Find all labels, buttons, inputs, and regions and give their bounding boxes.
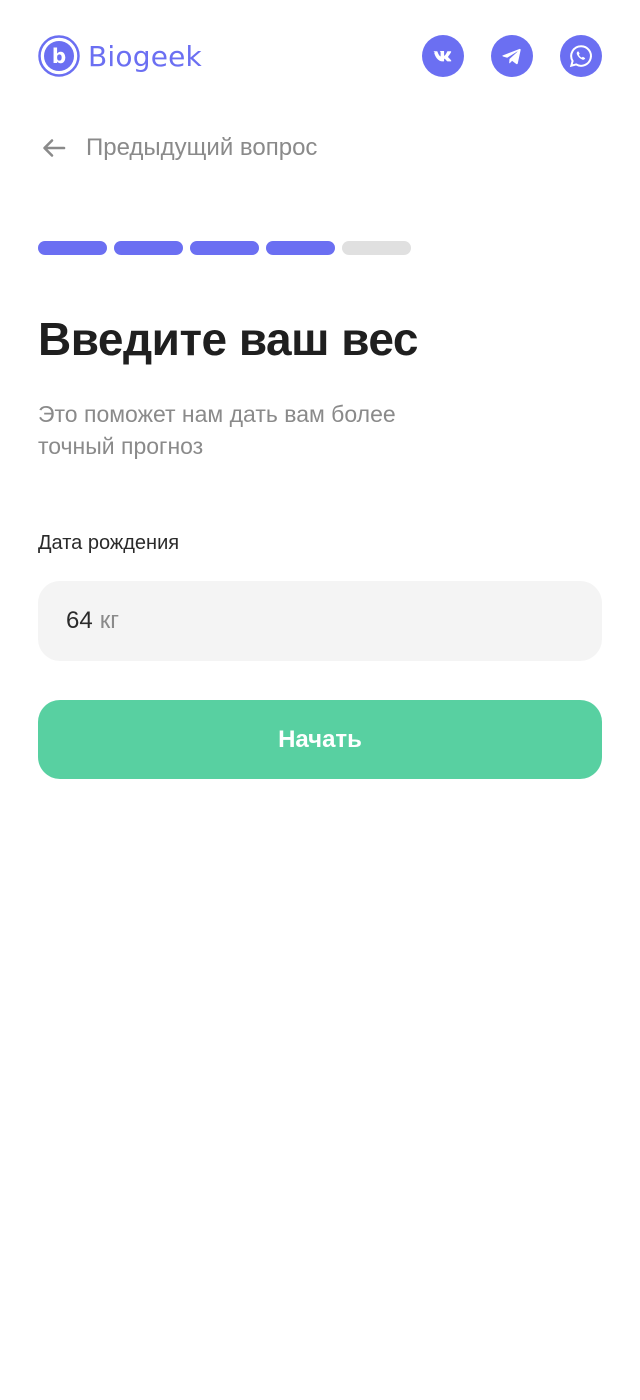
vk-button[interactable]	[422, 35, 464, 77]
weight-value: 64	[66, 607, 93, 634]
progress-segment	[114, 241, 183, 255]
whatsapp-icon	[569, 45, 592, 68]
brand-name: Biogeek	[88, 39, 202, 73]
telegram-button[interactable]	[491, 35, 533, 77]
whatsapp-button[interactable]	[560, 35, 602, 77]
previous-question-link[interactable]: Предыдущий вопрос	[40, 130, 317, 166]
vk-icon	[433, 51, 452, 62]
progress-segment	[190, 241, 259, 255]
progress-segment	[38, 241, 107, 255]
progress-segment	[342, 241, 411, 255]
brand-logo[interactable]: b Biogeek	[38, 35, 202, 77]
weight-unit: кг	[99, 607, 119, 634]
page-subtitle: Это поможет нам дать вам более точный пр…	[38, 401, 396, 459]
arrow-left-icon	[43, 139, 66, 157]
start-button[interactable]: Начать	[38, 700, 602, 779]
page-title: Введите ваш вес	[38, 313, 418, 365]
logo-letter: b	[52, 44, 66, 68]
header: b Biogeek	[38, 34, 602, 78]
progress-bar	[38, 241, 411, 255]
biogeek-logo-icon: b	[38, 35, 80, 77]
weight-input[interactable]: 64 кг	[38, 581, 602, 661]
field-label: Дата рождения	[38, 532, 180, 554]
previous-question-label: Предыдущий вопрос	[86, 134, 318, 161]
telegram-icon	[502, 48, 521, 65]
social-links	[422, 35, 602, 77]
progress-segment	[266, 241, 335, 255]
